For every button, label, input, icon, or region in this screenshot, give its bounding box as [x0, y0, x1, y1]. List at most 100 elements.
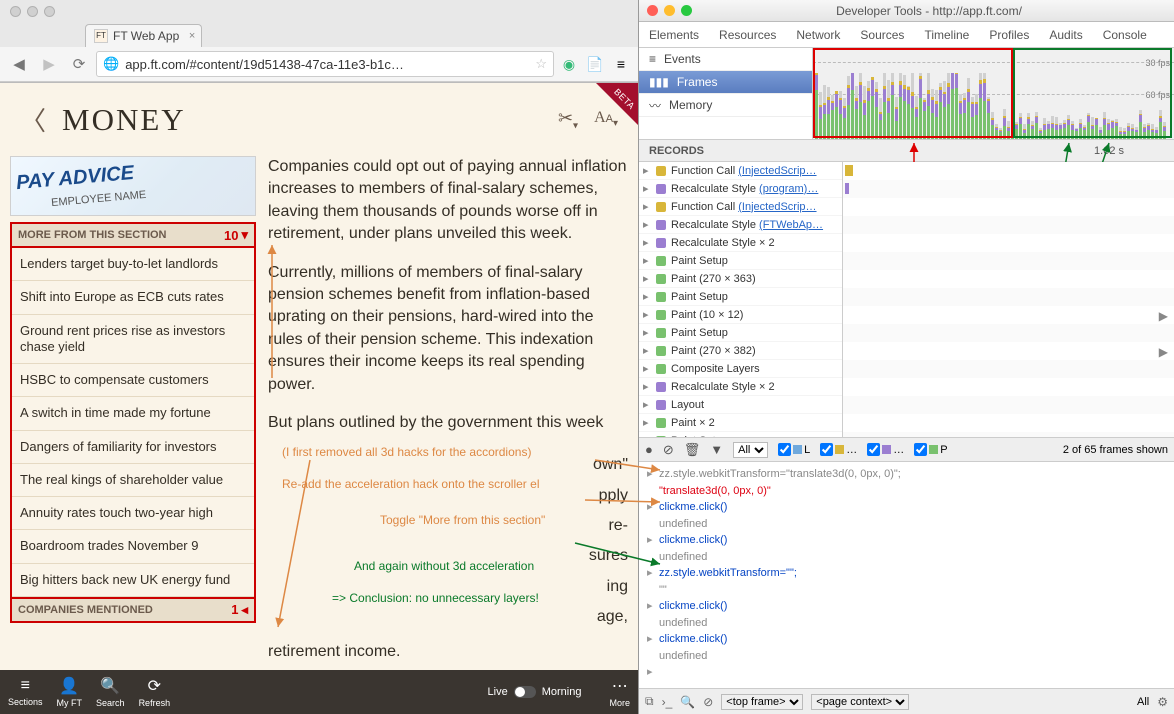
loading-check[interactable]: L [778, 443, 810, 456]
records-list[interactable]: ▸Function Call (InjectedScrip…▸Recalcula… [639, 162, 843, 437]
more-button[interactable]: ⋯More [609, 676, 630, 708]
record-row[interactable]: ▸Function Call (InjectedScrip… [639, 162, 842, 180]
record-row[interactable]: ▸Recalculate Style × 2 [639, 378, 842, 396]
record-row[interactable]: ▸Paint (10 × 12) [639, 306, 842, 324]
console-output[interactable]: ▸zz.style.webkitTransform="translate3d(0… [639, 462, 1174, 688]
timeline-frames[interactable]: ▮▮▮Frames [639, 71, 812, 94]
more-section-label: MORE FROM THIS SECTION [18, 229, 167, 241]
record-button[interactable]: ● [645, 442, 653, 457]
dock-button[interactable]: ⧉ [645, 694, 654, 709]
context-select[interactable]: <page context> [811, 694, 909, 710]
record-row[interactable]: ▸Recalculate Style × 2 [639, 234, 842, 252]
sections-button[interactable]: ≡Sections [8, 677, 43, 707]
painting-check[interactable]: P [914, 443, 947, 456]
filter-button[interactable]: ▼ [710, 442, 723, 457]
annotation: Re-add the acceleration hack onto the sc… [282, 477, 539, 491]
reload-button[interactable]: ⟳ [66, 51, 92, 77]
record-row[interactable]: ▸Paint Setup [639, 252, 842, 270]
tab-console[interactable]: Console [1093, 22, 1157, 47]
list-item[interactable]: Dangers of familiarity for investors [12, 431, 254, 464]
minimize-light[interactable] [27, 6, 38, 17]
timeline-events[interactable]: ≡Events [639, 48, 812, 71]
menu-icon[interactable]: ≡ [610, 53, 632, 75]
tab-timeline[interactable]: Timeline [914, 22, 979, 47]
zoom-light[interactable] [44, 6, 55, 17]
filter-select[interactable]: All [733, 442, 768, 458]
chevron-down-icon: ▾ [241, 227, 248, 243]
tab-elements[interactable]: Elements [639, 22, 709, 47]
bookmark-icon[interactable]: ☆ [535, 56, 547, 72]
close-light[interactable] [10, 6, 21, 17]
zoom-light[interactable] [681, 5, 692, 16]
address-bar[interactable]: 🌐 app.ft.com/#content/19d51438-47ca-11e3… [96, 51, 554, 77]
more-section-header[interactable]: MORE FROM THIS SECTION 10▾ [10, 222, 256, 248]
trash-button[interactable]: 🗑 [684, 442, 701, 458]
list-item[interactable]: Big hitters back new UK energy fund [12, 564, 254, 597]
rendering-check[interactable]: … [867, 443, 904, 456]
myft-button[interactable]: 👤My FT [57, 676, 83, 708]
search-icon[interactable]: 🔍 [680, 695, 695, 709]
toggle-switch[interactable] [514, 686, 536, 698]
gear-icon[interactable]: ⚙ [1157, 695, 1168, 709]
list-item[interactable]: A switch in time made my fortune [12, 397, 254, 430]
close-light[interactable] [647, 5, 658, 16]
list-item[interactable]: Lenders target buy-to-let landlords [12, 248, 254, 281]
back-arrow-icon[interactable]: 〈 [20, 101, 46, 138]
browser-tab[interactable]: FT FT Web App × [85, 24, 202, 47]
record-row[interactable]: ▸Function Call (InjectedScrip… [639, 198, 842, 216]
clear-console[interactable]: ⊘ [703, 695, 713, 709]
back-button[interactable]: ◀ [6, 51, 32, 77]
frame-select[interactable]: <top frame> [721, 694, 803, 710]
extension-icon-1[interactable]: ◉ [558, 53, 580, 75]
tab-audits[interactable]: Audits [1039, 22, 1092, 47]
globe-icon: 🌐 [103, 56, 119, 72]
tab-resources[interactable]: Resources [709, 22, 786, 47]
timeline-chart[interactable]: 30 fps 60 fps [813, 48, 1174, 139]
paragraph: retirement income. [268, 641, 628, 663]
clear-button[interactable]: ⊘ [663, 442, 674, 458]
record-row[interactable]: ▸Paint (270 × 363) [639, 270, 842, 288]
close-tab-icon[interactable]: × [189, 30, 195, 42]
hamburger-icon: ≡ [21, 677, 30, 695]
record-row[interactable]: ▸Paint × 2 [639, 414, 842, 432]
forward-button[interactable]: ▶ [36, 51, 62, 77]
list-item[interactable]: Annuity rates touch two-year high [12, 497, 254, 530]
filter-all[interactable]: All [1137, 696, 1149, 708]
chevron-left-icon: ◂ [241, 602, 248, 618]
person-icon: 👤 [59, 676, 79, 696]
clip-icon[interactable]: ✂▾ [558, 108, 578, 132]
record-row[interactable]: ▸Recalculate Style (program)… [639, 180, 842, 198]
live-toggle[interactable]: LiveMorning [488, 686, 582, 698]
record-row[interactable]: ▸Paint Setup [639, 288, 842, 306]
refresh-button[interactable]: ⟳Refresh [139, 676, 171, 708]
frames-shown: 2 of 65 frames shown [1063, 444, 1168, 456]
record-row[interactable]: ▸Paint (270 × 382) [639, 342, 842, 360]
list-item[interactable]: The real kings of shareholder value [12, 464, 254, 497]
tab-bar: FT FT Web App × [0, 19, 638, 47]
minimize-light[interactable] [664, 5, 675, 16]
console-toggle[interactable]: ›_ [662, 695, 673, 709]
tab-network[interactable]: Network [786, 22, 850, 47]
beta-badge: BETA [596, 83, 638, 125]
records-waterfall[interactable]: ▶ ▶ [843, 162, 1174, 437]
extension-icon-2[interactable]: 📄 [584, 53, 606, 75]
article-body: Companies could opt out of paying annual… [268, 156, 628, 714]
search-button[interactable]: 🔍Search [96, 676, 125, 708]
timeline-sidebar: ≡Events ▮▮▮Frames 〰Memory [639, 48, 813, 139]
list-item[interactable]: Shift into Europe as ECB cuts rates [12, 281, 254, 314]
record-row[interactable]: ▸Paint Setup [639, 324, 842, 342]
list-item[interactable]: HSBC to compensate customers [12, 364, 254, 397]
record-row[interactable]: ▸Layout [639, 396, 842, 414]
list-item[interactable]: Ground rent prices rise as investors cha… [12, 315, 254, 365]
traffic-lights [0, 0, 638, 19]
record-row[interactable]: ▸Composite Layers [639, 360, 842, 378]
tab-profiles[interactable]: Profiles [979, 22, 1039, 47]
list-item[interactable]: Boardroom trades November 9 [12, 530, 254, 563]
records-toolbar: ● ⊘ 🗑 ▼ All L … … P 2 of 65 frames shown [639, 438, 1174, 462]
annotation: => Conclusion: no unnecessary layers! [332, 591, 539, 605]
tab-sources[interactable]: Sources [850, 22, 914, 47]
scripting-check[interactable]: … [820, 443, 857, 456]
record-row[interactable]: ▸Recalculate Style (FTWebAp… [639, 216, 842, 234]
timeline-memory[interactable]: 〰Memory [639, 94, 812, 117]
companies-section-header[interactable]: COMPANIES MENTIONED 1◂ [10, 597, 256, 623]
